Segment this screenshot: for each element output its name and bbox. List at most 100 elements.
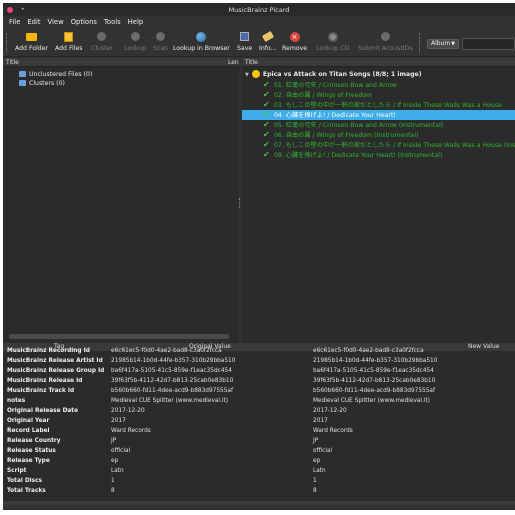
search-type-select[interactable]: Album ▼ — [427, 39, 459, 49]
new-value-cell: official — [313, 448, 333, 454]
check-icon: ✔ — [263, 130, 270, 139]
window-title: MusicBrainz Picard — [228, 5, 290, 14]
cluster-button[interactable]: Cluster — [91, 31, 113, 56]
track-row[interactable]: ✔ 06. 自由の翼 / Wings of Freedom (Instrument… — [242, 130, 418, 140]
save-label: Save — [237, 45, 253, 52]
clusters-label: Clusters (0) — [29, 80, 65, 87]
metadata-row[interactable]: MusicBrainz Release Id 39f63f5b-4112-42d7… — [3, 377, 515, 386]
column-length[interactable]: Len — [228, 58, 239, 67]
scrollbar-thumb[interactable] — [9, 334, 229, 339]
metadata-row[interactable]: Release Country JP JP — [3, 437, 515, 446]
clusters-item[interactable]: Clusters (0) — [19, 79, 65, 89]
folder-icon — [19, 71, 26, 77]
menu-edit[interactable]: Edit — [27, 18, 40, 26]
tag-cell: Release Status — [7, 448, 56, 454]
lookup-button[interactable]: Lookup — [124, 31, 146, 56]
expand-arrow-icon[interactable]: ▼ — [245, 70, 249, 80]
chevron-down-icon: ▼ — [451, 41, 455, 47]
track-title: 08. 心臓を捧げよ! / Dedicate Your Heart! (Inst… — [274, 152, 443, 159]
track-title: 07. もしこの壁の中が一軒の家だとしたら / If Inside These … — [274, 142, 515, 149]
info-button[interactable]: Info... — [259, 30, 277, 56]
menu-view[interactable]: View — [48, 18, 64, 26]
album-pane: Title ▼ Epica vs Attack on Titan Songs (8… — [242, 58, 515, 343]
new-value-cell: ep — [313, 458, 321, 464]
scan-button[interactable]: Scan — [153, 31, 168, 56]
search-type-value: Album — [431, 40, 451, 47]
app-window: • MusicBrainz Picard File Edit View Opti… — [3, 3, 515, 510]
original-value-cell: b560b660-fd11-4dee-acd9-b883d97555af — [111, 388, 234, 394]
track-row[interactable]: ✔ 01. 紅蓮の弓矢 / Crimson Bow and Arrow — [242, 80, 397, 90]
horizontal-scrollbar[interactable] — [3, 333, 239, 340]
track-title: 03. もしこの壁の中が一軒の家だとしたら / If Inside These … — [274, 102, 502, 109]
tag-cell: Original Year — [7, 418, 50, 424]
album-pane-header: Title — [242, 58, 515, 67]
menu-help[interactable]: Help — [128, 18, 144, 26]
column-title[interactable]: Title — [245, 59, 258, 66]
remove-button[interactable]: × Remove — [282, 31, 307, 56]
check-icon: ✔ — [263, 110, 270, 119]
track-row[interactable]: ✔ 04. 心臓を捧げよ! / Dedicate Your Heart! — [242, 110, 515, 120]
file-pane-header: Title Len — [3, 58, 239, 67]
search-input[interactable] — [462, 38, 515, 50]
toolbar-grip-2[interactable] — [419, 33, 421, 53]
metadata-row[interactable]: MusicBrainz Recording Id e6c61ec5-f0d0-4a… — [3, 347, 515, 356]
new-value-cell: b560b660-fd11-4dee-acd9-b883d97555af — [313, 388, 436, 394]
metadata-row[interactable]: MusicBrainz Track Id b560b660-fd11-4dee-a… — [3, 387, 515, 396]
metadata-row[interactable]: Original Release Date 2017-12-20 2017-12-2… — [3, 407, 515, 416]
save-button[interactable]: Save — [237, 31, 252, 56]
metadata-row[interactable]: Total Tracks 8 8 — [3, 487, 515, 496]
remove-label: Remove — [282, 45, 308, 52]
tag-cell: notes — [7, 398, 26, 404]
album-row[interactable]: ▼ Epica vs Attack on Titan Songs (8/8; 1 … — [245, 70, 422, 80]
track-row[interactable]: ✔ 07. もしこの壁の中が一軒の家だとしたら / If Inside These… — [242, 140, 515, 150]
metadata-row[interactable]: Script Latn Latn — [3, 467, 515, 476]
original-value-cell: 39f63f5b-4112-42d7-b813-25cab0e83b10 — [111, 378, 234, 384]
toolbar-grip[interactable] — [6, 33, 8, 53]
track-row[interactable]: ✔ 02. 自由の翼 / Wings of Freedom — [242, 90, 372, 100]
tag-cell: Total Tracks — [7, 488, 46, 494]
track-row[interactable]: ✔ 08. 心臓を捧げよ! / Dedicate Your Heart! (Ins… — [242, 150, 442, 160]
file-icon — [64, 31, 74, 42]
new-value-cell: 39f63f5b-4112-42d7-b813-25cab0e83b10 — [313, 378, 436, 384]
match-status-icon — [251, 70, 260, 78]
metadata-row[interactable]: MusicBrainz Release Group Id ba6f417a-510… — [3, 367, 515, 376]
submit-acoustids-label: Submit AcoustIDs — [358, 45, 413, 52]
original-value-cell: Latn — [111, 468, 124, 474]
new-value-cell: 1 — [313, 478, 317, 484]
menu-file[interactable]: File — [9, 18, 20, 26]
folder-icon — [26, 32, 38, 41]
add-files-button[interactable]: Add Files — [55, 31, 83, 56]
tag-cell: MusicBrainz Recording Id — [7, 348, 90, 354]
save-icon — [240, 32, 250, 41]
metadata-row[interactable]: Original Year 2017 2017 — [3, 417, 515, 426]
info-label: Info... — [259, 45, 277, 52]
menu-tools[interactable]: Tools — [104, 18, 121, 26]
scan-label: Scan — [153, 45, 169, 52]
submit-acoustids-button[interactable]: Submit AcoustIDs — [358, 31, 413, 56]
original-value-cell: Ward Records — [111, 428, 151, 434]
new-value-cell: 8 — [313, 488, 317, 494]
lookup-in-browser-label: Lookup in Browser — [173, 45, 230, 52]
tag-cell: Release Country — [7, 438, 61, 444]
tag-cell: MusicBrainz Track Id — [7, 388, 75, 394]
metadata-row[interactable]: Release Status official official — [3, 447, 515, 456]
metadata-row[interactable]: Release Type ep ep — [3, 457, 515, 466]
track-row[interactable]: ✔ 03. もしこの壁の中が一軒の家だとしたら / If Inside These… — [242, 100, 502, 110]
check-icon: ✔ — [263, 120, 270, 129]
metadata-scrollbar[interactable] — [3, 501, 515, 505]
add-folder-button[interactable]: Add Folder — [15, 31, 48, 56]
column-title[interactable]: Title — [6, 59, 19, 66]
track-title: 06. 自由の翼 / Wings of Freedom (Instrumenta… — [274, 132, 419, 139]
metadata-row[interactable]: Total Discs 1 1 — [3, 477, 515, 486]
tag-cell: Record Label — [7, 428, 50, 434]
lookup-in-browser-button[interactable]: Lookup in Browser — [173, 31, 230, 56]
track-row[interactable]: ✔ 05. 紅蓮の弓矢 / Crimson Bow and Arrow (Inst… — [242, 120, 443, 130]
cluster-label: Cluster — [91, 45, 113, 52]
wand-icon — [130, 32, 140, 41]
metadata-row[interactable]: Record Label Ward Records Ward Records — [3, 427, 515, 436]
original-value-cell: official — [111, 448, 131, 454]
lookup-cd-button[interactable]: Lookup CD — [316, 31, 349, 56]
metadata-row[interactable]: notes Medieval CUE Splitter (www.medieval… — [3, 397, 515, 406]
metadata-row[interactable]: MusicBrainz Release Artist Id 21985b14-1b… — [3, 357, 515, 366]
menu-options[interactable]: Options — [71, 18, 97, 26]
